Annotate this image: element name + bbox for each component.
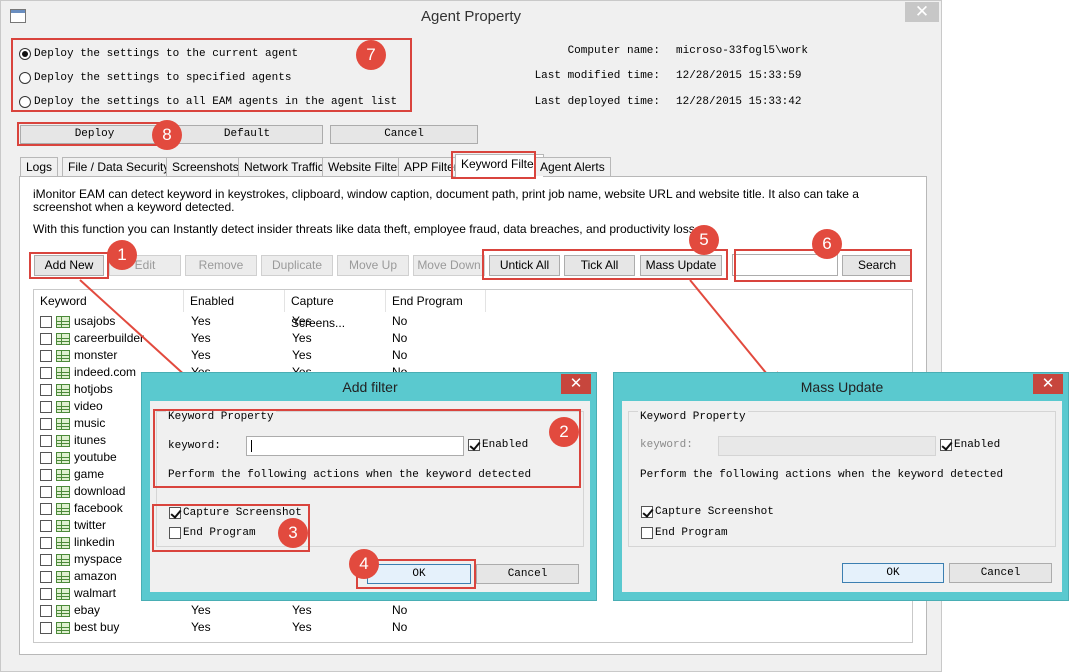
mass-update-enabled-checkbox[interactable] xyxy=(940,439,952,451)
mass-update-title: Mass Update xyxy=(800,379,884,395)
mass-update-capture-checkbox[interactable] xyxy=(641,506,653,518)
callout-badge-2: 2 xyxy=(549,417,579,447)
add-filter-cancel-button[interactable]: Cancel xyxy=(476,564,579,584)
mass-update-group-title: Keyword Property xyxy=(638,411,748,423)
mass-update-end-checkbox[interactable] xyxy=(641,527,653,539)
add-filter-close-icon[interactable]: ✕ xyxy=(561,374,591,394)
mass-update-keyword-label: keyword: xyxy=(640,439,693,451)
mass-update-enabled[interactable]: Enabled xyxy=(940,439,1000,451)
mass-update-enabled-label: Enabled xyxy=(954,439,1001,451)
mass-update-dialog: Mass Update ✕ Keyword Property keyword: … xyxy=(613,372,1069,601)
callout-badge-4: 4 xyxy=(349,549,379,579)
add-filter-title: Add filter xyxy=(342,379,398,395)
mass-update-keyword-input xyxy=(718,436,936,456)
mass-update-capture[interactable]: Capture Screenshot xyxy=(641,506,774,518)
callout-badge-3: 3 xyxy=(278,518,308,548)
callout-box-2 xyxy=(153,409,581,488)
mass-update-end-program[interactable]: End Program xyxy=(641,527,728,539)
mass-update-cancel-button[interactable]: Cancel xyxy=(949,563,1052,583)
mass-update-end-label: End Program xyxy=(655,527,728,539)
mass-update-actions-text: Perform the following actions when the k… xyxy=(640,469,1004,481)
mass-update-body: Keyword Property keyword: Enabled Perfor… xyxy=(622,401,1062,592)
mass-update-capture-label: Capture Screenshot xyxy=(655,506,774,518)
add-filter-dialog: Add filter ✕ Keyword Property keyword: E… xyxy=(141,372,597,601)
mass-update-close-icon[interactable]: ✕ xyxy=(1033,374,1063,394)
mass-update-ok-button[interactable]: OK xyxy=(842,563,944,583)
